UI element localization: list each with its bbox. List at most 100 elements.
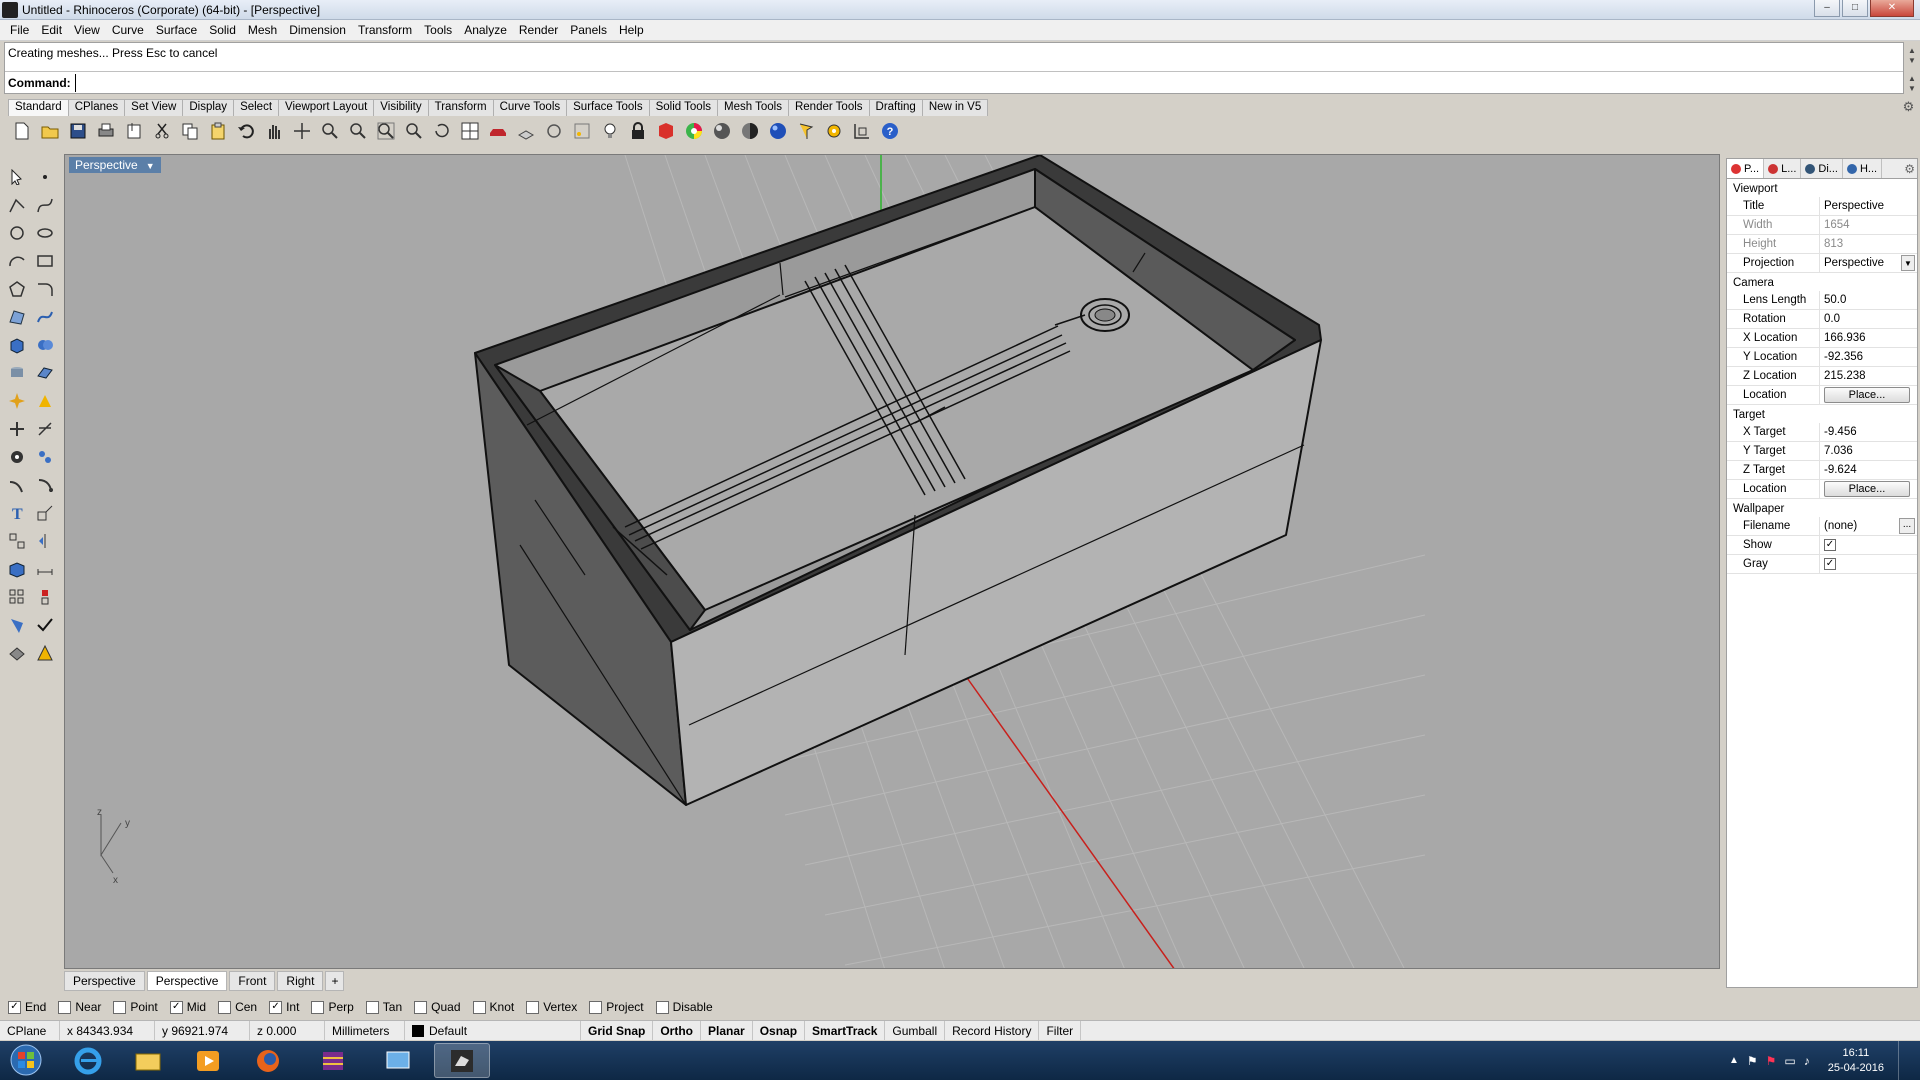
cylinder-icon[interactable] [5,361,29,385]
command-scroll-arrows[interactable]: ▲ ▼ [1906,74,1918,94]
viewport-title[interactable]: Perspective ▼ [69,157,161,173]
tab-viewport-layout[interactable]: Viewport Layout [278,99,375,116]
record-history-toggle[interactable]: Record History [945,1021,1040,1040]
menu-surface[interactable]: Surface [150,23,203,37]
copy-icon[interactable] [178,119,202,143]
curve-icon[interactable] [33,193,57,217]
menu-transform[interactable]: Transform [352,23,418,37]
loft-icon[interactable] [33,305,57,329]
panel-gear-icon[interactable]: ⚙ [1904,162,1915,176]
add-viewport-tab-button[interactable]: + [325,971,345,991]
help-icon[interactable]: ? [878,119,902,143]
car-icon[interactable] [486,119,510,143]
taskbar-file-explorer[interactable] [120,1043,176,1078]
browse-filename-button[interactable]: ... [1899,518,1915,534]
zoom-window-icon[interactable] [318,119,342,143]
taskbar-rhinoceros[interactable] [434,1043,490,1078]
mesh-icon[interactable] [5,557,29,581]
box-icon[interactable] [5,333,29,357]
osnap-tan[interactable]: Tan [365,1000,402,1014]
panel-tab-properties[interactable]: P... [1727,159,1765,178]
layer-book-icon[interactable] [654,119,678,143]
dimension-icon[interactable] [33,557,57,581]
menu-dimension[interactable]: Dimension [283,23,352,37]
grid-snap-icon[interactable] [850,119,874,143]
osnap-near[interactable]: Near [58,1000,101,1014]
menu-tools[interactable]: Tools [418,23,458,37]
menu-mesh[interactable]: Mesh [242,23,283,37]
taskbar-winrar[interactable] [305,1043,361,1078]
trim-icon[interactable] [33,417,57,441]
menu-render[interactable]: Render [513,23,564,37]
x-location-field[interactable] [1824,332,1917,344]
menu-curve[interactable]: Curve [106,23,150,37]
osnap-vertex[interactable]: Vertex [526,1000,577,1014]
polygon-icon[interactable] [5,277,29,301]
vp-tab-perspective-2[interactable]: Perspective [146,971,228,991]
tab-solid-tools[interactable]: Solid Tools [648,99,718,116]
y-target-field[interactable] [1824,445,1917,457]
status-units[interactable]: Millimeters [325,1021,405,1040]
gear-settings-icon[interactable] [822,119,846,143]
osnap-end-checkbox[interactable]: ✓ [8,1000,21,1014]
projection-select[interactable]: Perspective ▼ [1819,254,1917,272]
lock-icon[interactable] [626,119,650,143]
arc-icon[interactable] [5,249,29,273]
ellipse-icon[interactable] [33,221,57,245]
x-target-field[interactable] [1824,426,1917,438]
tab-surface-tools[interactable]: Surface Tools [566,99,650,116]
minimize-button[interactable]: – [1814,0,1840,17]
shade-icon[interactable] [33,641,57,665]
rotate-view-icon[interactable] [430,119,454,143]
osnap-near-checkbox[interactable] [58,1000,72,1014]
open-file-icon[interactable] [38,119,62,143]
orient-icon[interactable] [33,585,57,609]
blue-sphere-icon[interactable] [766,119,790,143]
start-button[interactable] [4,1043,48,1078]
osnap-disable-checkbox[interactable] [655,1000,669,1014]
osnap-int[interactable]: ✓ Int [269,1000,299,1014]
osnap-toggle[interactable]: Osnap [753,1021,806,1040]
tab-set-view[interactable]: Set View [124,99,184,116]
tab-visibility[interactable]: Visibility [373,99,429,116]
rectangle-icon[interactable] [33,249,57,273]
group-icon[interactable] [5,529,29,553]
points-icon[interactable] [570,119,594,143]
menu-solid[interactable]: Solid [203,23,242,37]
osnap-perp[interactable]: Perp [311,1000,354,1014]
osnap-quad[interactable]: Quad [414,1000,461,1014]
osnap-mid-checkbox[interactable]: ✓ [169,1000,183,1014]
z-target-field[interactable] [1824,464,1917,476]
osnap-point[interactable]: Point [113,1000,158,1014]
osnap-mid[interactable]: ✓ Mid [169,1000,206,1014]
osnap-perp-checkbox[interactable] [311,1000,325,1014]
osnap-cen[interactable]: Cen [218,1000,257,1014]
tab-display[interactable]: Display [182,99,235,116]
prop-zt-value[interactable] [1819,461,1917,479]
revolve-icon[interactable] [33,473,57,497]
gumball-toggle[interactable]: Gumball [885,1021,946,1040]
tab-curve-tools[interactable]: Curve Tools [492,99,568,116]
perspective-viewport[interactable]: Perspective ▼ z y x [64,154,1720,969]
array-icon[interactable] [33,445,57,469]
osnap-knot[interactable]: Knot [472,1000,514,1014]
show-desktop-button[interactable] [1898,1041,1912,1080]
prop-xloc-value[interactable] [1819,329,1917,347]
osnap-int-checkbox[interactable]: ✓ [269,1000,283,1014]
planar-toggle[interactable]: Planar [701,1021,753,1040]
boolean-icon[interactable] [5,445,29,469]
tray-clock[interactable]: 16:11 25-04-2016 [1828,1046,1884,1076]
prop-lens-value[interactable] [1819,291,1917,309]
menu-file[interactable]: File [4,23,35,37]
taskbar-control-panel[interactable] [370,1043,426,1078]
circle-tool-icon[interactable] [5,221,29,245]
tray-volume-icon[interactable]: ♪ [1804,1054,1810,1068]
text-icon[interactable]: T [5,501,29,525]
fillet-curve-icon[interactable] [33,277,57,301]
circle-icon[interactable] [542,119,566,143]
tab-mesh-tools[interactable]: Mesh Tools [717,99,789,116]
split-icon[interactable] [5,417,29,441]
tab-render-tools[interactable]: Render Tools [787,99,870,116]
zoom-extents-icon[interactable] [374,119,398,143]
viewport-dropdown-icon[interactable]: ▼ [146,161,155,171]
